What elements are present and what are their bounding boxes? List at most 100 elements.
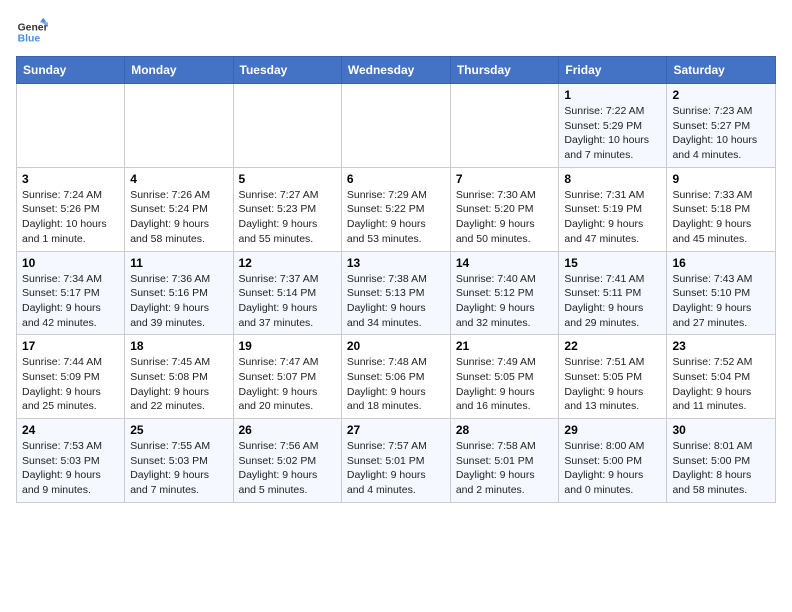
day-number: 24 xyxy=(22,423,119,437)
day-number: 30 xyxy=(672,423,770,437)
calendar-cell: 25 Sunrise: 7:55 AM Sunset: 5:03 PM Dayli… xyxy=(125,419,233,503)
day-number: 15 xyxy=(564,256,661,270)
calendar-header-row: SundayMondayTuesdayWednesdayThursdayFrid… xyxy=(17,57,776,84)
day-number: 14 xyxy=(456,256,554,270)
calendar-cell: 14 Sunrise: 7:40 AM Sunset: 5:12 PM Dayli… xyxy=(450,251,559,335)
day-number: 29 xyxy=(564,423,661,437)
day-info: Sunrise: 7:40 AM Sunset: 5:12 PM Dayligh… xyxy=(456,272,554,331)
day-number: 8 xyxy=(564,172,661,186)
day-info: Sunrise: 7:31 AM Sunset: 5:19 PM Dayligh… xyxy=(564,188,661,247)
day-info: Sunrise: 8:00 AM Sunset: 5:00 PM Dayligh… xyxy=(564,439,661,498)
day-info: Sunrise: 7:47 AM Sunset: 5:07 PM Dayligh… xyxy=(239,355,336,414)
calendar-table: SundayMondayTuesdayWednesdayThursdayFrid… xyxy=(16,56,776,503)
svg-text:General: General xyxy=(18,22,48,33)
calendar-week-row: 24 Sunrise: 7:53 AM Sunset: 5:03 PM Dayli… xyxy=(17,419,776,503)
day-number: 19 xyxy=(239,339,336,353)
calendar-cell: 17 Sunrise: 7:44 AM Sunset: 5:09 PM Dayli… xyxy=(17,335,125,419)
day-info: Sunrise: 7:23 AM Sunset: 5:27 PM Dayligh… xyxy=(672,104,770,163)
day-number: 21 xyxy=(456,339,554,353)
calendar-cell: 23 Sunrise: 7:52 AM Sunset: 5:04 PM Dayli… xyxy=(667,335,776,419)
weekday-header: Tuesday xyxy=(233,57,341,84)
day-number: 5 xyxy=(239,172,336,186)
day-info: Sunrise: 7:26 AM Sunset: 5:24 PM Dayligh… xyxy=(130,188,227,247)
day-info: Sunrise: 7:57 AM Sunset: 5:01 PM Dayligh… xyxy=(347,439,445,498)
calendar-cell: 26Sunrise: 7:56 AM Sunset: 5:02 PM Dayli… xyxy=(233,419,341,503)
calendar-week-row: 1Sunrise: 7:22 AM Sunset: 5:29 PM Daylig… xyxy=(17,84,776,168)
weekday-header: Sunday xyxy=(17,57,125,84)
calendar-cell: 10Sunrise: 7:34 AM Sunset: 5:17 PM Dayli… xyxy=(17,251,125,335)
calendar-cell: 9 Sunrise: 7:33 AM Sunset: 5:18 PM Daylig… xyxy=(667,167,776,251)
logo-icon: General Blue xyxy=(16,16,48,48)
calendar-week-row: 17 Sunrise: 7:44 AM Sunset: 5:09 PM Dayli… xyxy=(17,335,776,419)
day-info: Sunrise: 7:44 AM Sunset: 5:09 PM Dayligh… xyxy=(22,355,119,414)
day-number: 13 xyxy=(347,256,445,270)
day-number: 25 xyxy=(130,423,227,437)
svg-text:Blue: Blue xyxy=(18,34,41,45)
day-info: Sunrise: 7:53 AM Sunset: 5:03 PM Dayligh… xyxy=(22,439,119,498)
day-info: Sunrise: 7:48 AM Sunset: 5:06 PM Dayligh… xyxy=(347,355,445,414)
day-number: 23 xyxy=(672,339,770,353)
logo: General Blue xyxy=(16,16,52,48)
day-info: Sunrise: 7:33 AM Sunset: 5:18 PM Dayligh… xyxy=(672,188,770,247)
day-number: 12 xyxy=(239,256,336,270)
calendar-cell: 20 Sunrise: 7:48 AM Sunset: 5:06 PM Dayli… xyxy=(341,335,450,419)
calendar-cell: 8 Sunrise: 7:31 AM Sunset: 5:19 PM Daylig… xyxy=(559,167,667,251)
calendar-cell: 15Sunrise: 7:41 AM Sunset: 5:11 PM Dayli… xyxy=(559,251,667,335)
calendar-cell: 27 Sunrise: 7:57 AM Sunset: 5:01 PM Dayli… xyxy=(341,419,450,503)
calendar-cell: 12 Sunrise: 7:37 AM Sunset: 5:14 PM Dayli… xyxy=(233,251,341,335)
weekday-header: Thursday xyxy=(450,57,559,84)
calendar-cell: 11 Sunrise: 7:36 AM Sunset: 5:16 PM Dayli… xyxy=(125,251,233,335)
calendar-cell: 24 Sunrise: 7:53 AM Sunset: 5:03 PM Dayli… xyxy=(17,419,125,503)
day-number: 4 xyxy=(130,172,227,186)
day-number: 17 xyxy=(22,339,119,353)
day-info: Sunrise: 7:24 AM Sunset: 5:26 PM Dayligh… xyxy=(22,188,119,247)
calendar-cell xyxy=(341,84,450,168)
day-info: Sunrise: 7:56 AM Sunset: 5:02 PM Dayligh… xyxy=(239,439,336,498)
calendar-cell: 28 Sunrise: 7:58 AM Sunset: 5:01 PM Dayli… xyxy=(450,419,559,503)
weekday-header: Monday xyxy=(125,57,233,84)
calendar-cell xyxy=(125,84,233,168)
calendar-cell: 2 Sunrise: 7:23 AM Sunset: 5:27 PM Daylig… xyxy=(667,84,776,168)
day-number: 22 xyxy=(564,339,661,353)
calendar-cell: 22 Sunrise: 7:51 AM Sunset: 5:05 PM Dayli… xyxy=(559,335,667,419)
day-number: 27 xyxy=(347,423,445,437)
day-number: 11 xyxy=(130,256,227,270)
calendar-week-row: 10Sunrise: 7:34 AM Sunset: 5:17 PM Dayli… xyxy=(17,251,776,335)
day-info: Sunrise: 8:01 AM Sunset: 5:00 PM Dayligh… xyxy=(672,439,770,498)
calendar-cell: 3 Sunrise: 7:24 AM Sunset: 5:26 PM Daylig… xyxy=(17,167,125,251)
day-number: 10 xyxy=(22,256,119,270)
day-info: Sunrise: 7:55 AM Sunset: 5:03 PM Dayligh… xyxy=(130,439,227,498)
day-number: 6 xyxy=(347,172,445,186)
calendar-cell: 21Sunrise: 7:49 AM Sunset: 5:05 PM Dayli… xyxy=(450,335,559,419)
day-info: Sunrise: 7:36 AM Sunset: 5:16 PM Dayligh… xyxy=(130,272,227,331)
calendar-cell: 7Sunrise: 7:30 AM Sunset: 5:20 PM Daylig… xyxy=(450,167,559,251)
calendar-cell xyxy=(17,84,125,168)
day-info: Sunrise: 7:22 AM Sunset: 5:29 PM Dayligh… xyxy=(564,104,661,163)
page-header: General Blue xyxy=(16,16,776,48)
weekday-header: Friday xyxy=(559,57,667,84)
calendar-cell: 1Sunrise: 7:22 AM Sunset: 5:29 PM Daylig… xyxy=(559,84,667,168)
calendar-cell: 4 Sunrise: 7:26 AM Sunset: 5:24 PM Daylig… xyxy=(125,167,233,251)
day-number: 3 xyxy=(22,172,119,186)
day-info: Sunrise: 7:37 AM Sunset: 5:14 PM Dayligh… xyxy=(239,272,336,331)
day-number: 28 xyxy=(456,423,554,437)
day-info: Sunrise: 7:27 AM Sunset: 5:23 PM Dayligh… xyxy=(239,188,336,247)
day-number: 16 xyxy=(672,256,770,270)
calendar-cell: 29 Sunrise: 8:00 AM Sunset: 5:00 PM Dayli… xyxy=(559,419,667,503)
calendar-cell xyxy=(233,84,341,168)
day-info: Sunrise: 7:51 AM Sunset: 5:05 PM Dayligh… xyxy=(564,355,661,414)
day-number: 20 xyxy=(347,339,445,353)
day-number: 2 xyxy=(672,88,770,102)
calendar-cell: 16 Sunrise: 7:43 AM Sunset: 5:10 PM Dayli… xyxy=(667,251,776,335)
day-info: Sunrise: 7:38 AM Sunset: 5:13 PM Dayligh… xyxy=(347,272,445,331)
day-info: Sunrise: 7:58 AM Sunset: 5:01 PM Dayligh… xyxy=(456,439,554,498)
calendar-cell: 30 Sunrise: 8:01 AM Sunset: 5:00 PM Dayli… xyxy=(667,419,776,503)
calendar-cell xyxy=(450,84,559,168)
day-info: Sunrise: 7:43 AM Sunset: 5:10 PM Dayligh… xyxy=(672,272,770,331)
calendar-cell: 18Sunrise: 7:45 AM Sunset: 5:08 PM Dayli… xyxy=(125,335,233,419)
calendar-cell: 5 Sunrise: 7:27 AM Sunset: 5:23 PM Daylig… xyxy=(233,167,341,251)
weekday-header: Saturday xyxy=(667,57,776,84)
day-number: 18 xyxy=(130,339,227,353)
day-info: Sunrise: 7:52 AM Sunset: 5:04 PM Dayligh… xyxy=(672,355,770,414)
day-number: 9 xyxy=(672,172,770,186)
